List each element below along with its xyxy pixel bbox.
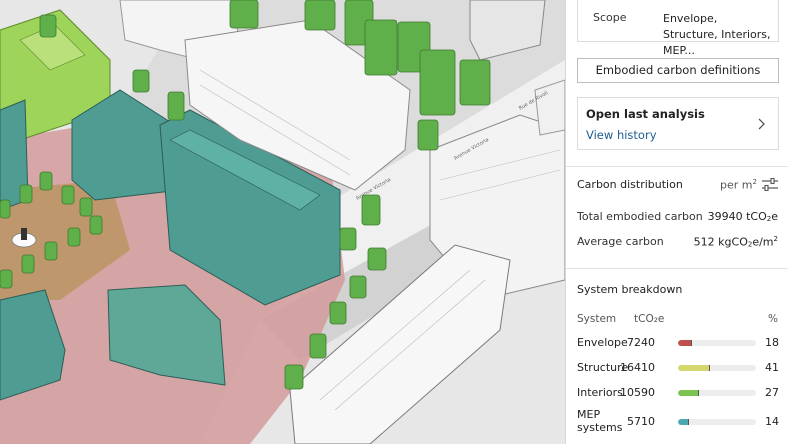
average-carbon-label: Average carbon: [577, 235, 664, 248]
system-bar-fill: [678, 340, 693, 346]
column-system: System: [577, 313, 617, 325]
system-value: 16410: [620, 361, 655, 374]
scope-card[interactable]: Scope Envelope, Structure, Interiors, ME…: [577, 0, 779, 57]
per-unit-toggle[interactable]: per m2: [720, 178, 757, 192]
average-value-exp: 2: [773, 235, 778, 243]
system-name: MEP systems: [577, 408, 623, 434]
system-bar-track: [678, 365, 756, 371]
total-embodied-carbon-label: Total embodied carbon: [577, 210, 703, 223]
system-bar-fill: [678, 390, 700, 396]
statue: [21, 228, 27, 240]
total-embodied-carbon-value: 39940 tCO2e: [708, 210, 778, 223]
column-percent: %: [768, 313, 778, 325]
system-row[interactable]: Envelope 7240 18: [566, 332, 788, 354]
system-percent: 41: [765, 361, 779, 374]
divider: [566, 166, 788, 167]
scope-label: Scope: [593, 11, 627, 24]
system-row[interactable]: Structure 16410 41: [566, 357, 788, 379]
city-model[interactable]: Avenue Victoria Avenue Victoria Rue de R…: [0, 0, 565, 444]
scope-value: Envelope, Structure, Interiors, MEP...: [663, 12, 771, 57]
system-value: 5710: [627, 415, 655, 428]
system-bar-track: [678, 340, 756, 346]
system-bar-track: [678, 419, 756, 425]
total-value-suffix: e: [771, 210, 778, 223]
system-breakdown-title: System breakdown: [577, 283, 683, 296]
open-last-analysis-title: Open last analysis: [586, 107, 705, 121]
system-value: 7240: [627, 336, 655, 349]
system-percent: 18: [765, 336, 779, 349]
open-last-analysis-card[interactable]: Open last analysis View history: [577, 97, 779, 150]
column-tco2e: tCO₂e: [634, 313, 665, 325]
per-unit-text: per m: [720, 178, 753, 192]
average-value-suffix: e/m: [752, 235, 774, 249]
total-value-text: 39940 tCO: [707, 210, 767, 223]
settings-sliders-icon[interactable]: [762, 178, 778, 191]
embodied-carbon-definitions-button[interactable]: Embodied carbon definitions: [577, 58, 779, 83]
3d-viewport[interactable]: Avenue Victoria Avenue Victoria Rue de R…: [0, 0, 565, 444]
building-context: [534, 79, 565, 136]
divider: [566, 268, 788, 269]
system-value: 10590: [620, 386, 655, 399]
per-unit-exp: 2: [752, 178, 757, 186]
system-row[interactable]: MEP systems 5710 14: [566, 404, 788, 438]
chevron-right-icon: [758, 118, 765, 130]
system-bar-fill: [678, 419, 689, 425]
system-percent: 27: [765, 386, 779, 399]
carbon-distribution-title: Carbon distribution: [577, 178, 683, 191]
average-value-text: 512 kgCO: [693, 235, 748, 249]
system-bar-track: [678, 390, 756, 396]
system-name: Interiors: [577, 386, 623, 399]
system-percent: 14: [765, 415, 779, 428]
view-history-link[interactable]: View history: [586, 128, 657, 142]
average-carbon-value: 512 kgCO2e/m2: [694, 235, 778, 249]
analysis-panel: Scope Envelope, Structure, Interiors, ME…: [565, 0, 788, 444]
system-row[interactable]: Interiors 10590 27: [566, 382, 788, 404]
system-name: Envelope: [577, 336, 628, 349]
system-bar-fill: [678, 365, 710, 371]
